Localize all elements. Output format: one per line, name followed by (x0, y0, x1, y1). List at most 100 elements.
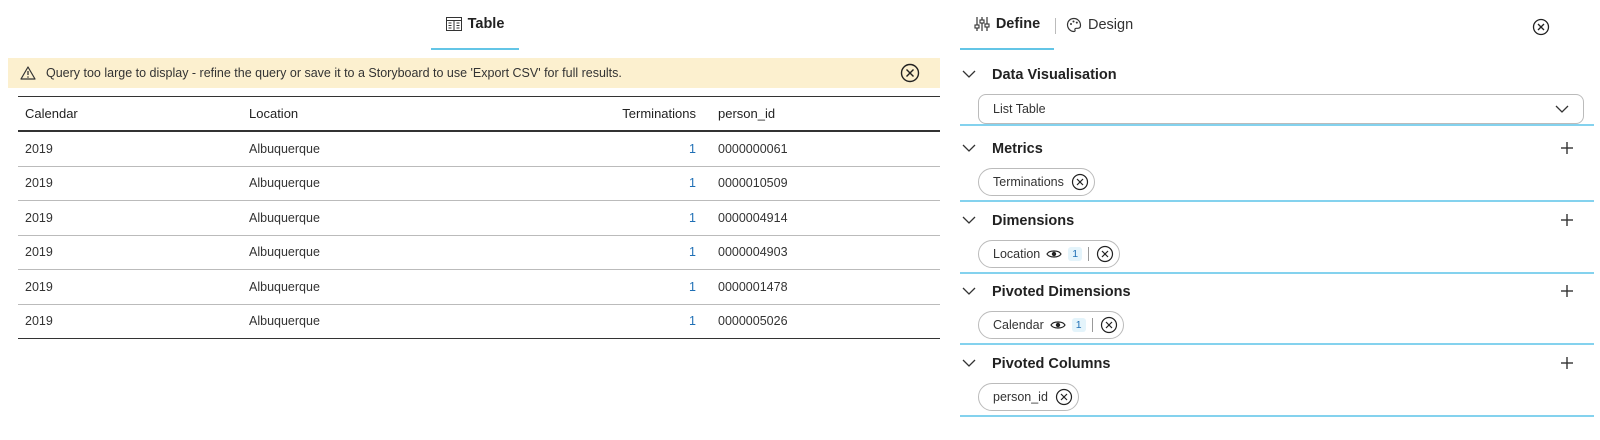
section-header: Pivoted Dimensions (960, 273, 1594, 311)
table-panel: Table Query too large to display - refin… (8, 0, 940, 440)
pivoted-dimension-chip[interactable]: Calendar 1 (978, 311, 1124, 339)
eye-icon[interactable] (1046, 248, 1062, 260)
section-dimensions: Dimensions Location 1 (960, 202, 1594, 274)
close-icon[interactable] (1070, 172, 1090, 192)
cell-terminations[interactable]: 1 (689, 270, 696, 304)
column-header-terminations[interactable]: Terminations (622, 97, 696, 130)
section-title: Dimensions (992, 213, 1075, 229)
define-tabbar: Define Design (960, 0, 1600, 50)
section-title: Pivoted Columns (992, 356, 1111, 372)
tab-design[interactable]: Design (1066, 0, 1133, 50)
section-title: Pivoted Dimensions (992, 284, 1131, 300)
plus-icon[interactable] (1560, 213, 1574, 227)
cell-calendar: 2019 (25, 279, 53, 294)
tab-divider (1055, 18, 1056, 34)
cell-location: Albuquerque (249, 176, 320, 191)
table-tabbar: Table (8, 0, 940, 50)
define-panel: Define Design Data Visualisation List Ta (960, 0, 1600, 440)
tab-design-label: Design (1088, 17, 1134, 33)
sliders-icon (974, 17, 990, 31)
metric-chip[interactable]: Terminations (978, 168, 1095, 196)
chip-divider (1091, 318, 1093, 332)
cell-person-id: 0000000061 (718, 141, 788, 156)
section-metrics: Metrics Terminations (960, 130, 1594, 202)
chip-divider (1088, 247, 1090, 261)
chip-label: Terminations (993, 175, 1064, 189)
column-header-location[interactable]: Location (249, 97, 298, 130)
chevron-down-icon[interactable] (962, 286, 976, 296)
pivoted-column-chip[interactable]: person_id (978, 383, 1079, 411)
cell-calendar: 2019 (25, 314, 53, 329)
section-header: Pivoted Columns (960, 345, 1594, 383)
tab-define-label: Define (995, 16, 1041, 32)
cell-person-id: 0000004903 (718, 245, 788, 260)
cell-calendar: 2019 (25, 210, 53, 225)
tab-table[interactable]: Table (431, 0, 519, 50)
cell-calendar: 2019 (25, 245, 53, 260)
cell-location: Albuquerque (249, 141, 320, 156)
cell-person-id: 0000001478 (718, 279, 788, 294)
table-row: 2019 Albuquerque 1 0000000061 (18, 132, 940, 167)
count-badge: 1 (1068, 247, 1083, 261)
close-icon[interactable] (1054, 387, 1074, 407)
table-row: 2019 Albuquerque 1 0000004903 (18, 236, 940, 270)
cell-location: Albuquerque (249, 279, 320, 294)
column-header-person-id[interactable]: person_id (718, 97, 775, 130)
table-row: 2019 Albuquerque 1 0000004914 (18, 201, 940, 236)
chip-label: Location (993, 247, 1041, 261)
close-icon[interactable] (1532, 18, 1550, 36)
cell-terminations[interactable]: 1 (689, 132, 696, 166)
cell-terminations[interactable]: 1 (689, 201, 696, 235)
cell-person-id: 0000005026 (718, 314, 788, 329)
table-header: Calendar Location Terminations person_id (18, 96, 940, 132)
cell-calendar: 2019 (25, 141, 53, 156)
table-row: 2019 Albuquerque 1 0000001478 (18, 270, 940, 305)
count-badge: 1 (1071, 318, 1086, 332)
chevron-down-icon (1555, 105, 1569, 113)
eye-icon[interactable] (1050, 319, 1066, 331)
chip-label: person_id (993, 390, 1048, 404)
chevron-down-icon[interactable] (962, 143, 976, 153)
results-table: Calendar Location Terminations person_id… (18, 96, 940, 339)
plus-icon[interactable] (1560, 141, 1574, 155)
chevron-down-icon[interactable] (962, 69, 976, 79)
warning-triangle-icon (20, 66, 36, 80)
section-data-visualisation: Data Visualisation List Table (960, 56, 1594, 126)
cell-terminations[interactable]: 1 (689, 167, 696, 201)
plus-icon[interactable] (1560, 356, 1574, 370)
close-icon[interactable] (1099, 315, 1119, 335)
cell-terminations[interactable]: 1 (689, 305, 696, 339)
chevron-down-icon[interactable] (962, 358, 976, 368)
banner-message: Query too large to display - refine the … (46, 66, 622, 80)
section-header: Data Visualisation (960, 56, 1594, 94)
cell-person-id: 0000004914 (718, 210, 788, 225)
cell-location: Albuquerque (249, 245, 320, 260)
close-icon[interactable] (900, 63, 920, 83)
palette-icon (1066, 17, 1082, 33)
section-title: Metrics (992, 141, 1043, 157)
section-header: Dimensions (960, 202, 1594, 240)
cell-location: Albuquerque (249, 314, 320, 329)
visualisation-type-select[interactable]: List Table (978, 94, 1584, 124)
chevron-down-icon[interactable] (962, 215, 976, 225)
cell-terminations[interactable]: 1 (689, 236, 696, 270)
section-header: Metrics (960, 130, 1594, 168)
close-icon[interactable] (1095, 244, 1115, 264)
dimension-chip[interactable]: Location 1 (978, 240, 1121, 268)
cell-location: Albuquerque (249, 210, 320, 225)
select-value: List Table (993, 102, 1046, 116)
section-pivoted-columns: Pivoted Columns person_id (960, 345, 1594, 417)
chip-label: Calendar (993, 318, 1044, 332)
tab-table-label: Table (467, 16, 505, 32)
plus-icon[interactable] (1560, 284, 1574, 298)
section-pivoted-dimensions: Pivoted Dimensions Calendar 1 (960, 273, 1594, 345)
table-row: 2019 Albuquerque 1 0000005026 (18, 305, 940, 339)
cell-calendar: 2019 (25, 176, 53, 191)
section-title: Data Visualisation (992, 67, 1117, 83)
tab-define[interactable]: Define (960, 0, 1054, 50)
table-row: 2019 Albuquerque 1 0000010509 (18, 167, 940, 201)
query-warning-banner: Query too large to display - refine the … (8, 58, 940, 88)
table-icon (445, 17, 462, 31)
column-header-calendar[interactable]: Calendar (25, 97, 78, 130)
cell-person-id: 0000010509 (718, 176, 788, 191)
